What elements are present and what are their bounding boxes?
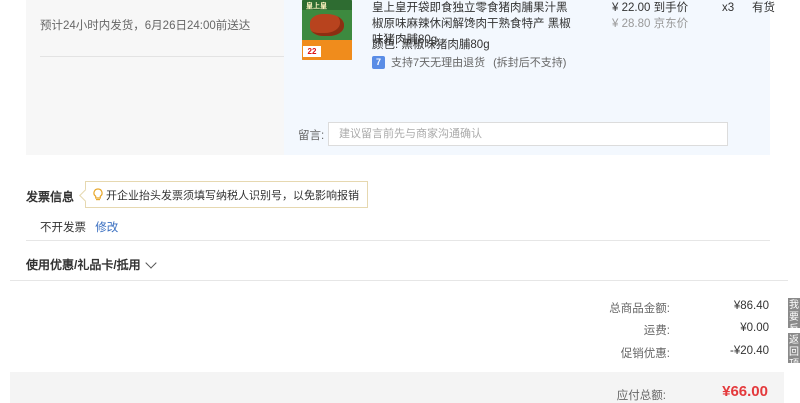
goods-panel: 皇上皇 22 皇上皇开袋即食独立零食猪肉脯果汁黑椒原味麻辣休闲解馋肉干熟食特产 … xyxy=(284,0,775,155)
delivery-estimate: 预计24小时内发货，6月26日24:00前送达 xyxy=(40,20,251,32)
return-policy: 7 支持7天无理由退货 (拆封后不支持) xyxy=(372,54,566,70)
return-policy-note: (拆封后不支持) xyxy=(493,57,567,69)
return-policy-text: 支持7天无理由退货 xyxy=(391,57,486,69)
discount-label: 促销优惠: xyxy=(620,348,670,360)
quantity: x3 xyxy=(722,2,735,14)
feedback-tab[interactable]: 我要反馈 xyxy=(788,298,800,328)
product-thumbnail[interactable]: 皇上皇 22 xyxy=(302,0,352,60)
invoice-section-title: 发票信息 xyxy=(26,190,75,204)
goods-total-label: 总商品金额: xyxy=(609,303,670,315)
discount-value: -¥20.40 xyxy=(729,345,769,357)
payable-total-bar: 应付总额: ¥66.00 xyxy=(10,372,784,403)
invoice-tip: 开企业抬头发票须填写纳税人识别号，以免影响报销 xyxy=(85,181,368,208)
payable-value: ¥66.00 xyxy=(722,383,768,400)
goods-total-value: ¥86.40 xyxy=(733,300,769,312)
freight-value: ¥0.00 xyxy=(740,322,769,334)
remark-input[interactable] xyxy=(328,122,728,146)
coupon-toggle[interactable]: 使用优惠/礼品卡/抵用 xyxy=(26,256,157,273)
back-to-top-tab[interactable]: 返回顶部 xyxy=(788,333,800,363)
stock-status: 有货 xyxy=(752,2,775,14)
order-package: 预计24小时内发货，6月26日24:00前送达 皇上皇 22 皇上皇开袋即食独立… xyxy=(26,0,775,155)
freight-label: 运费: xyxy=(643,325,670,337)
spec-value: 黑椒味猪肉脯80g xyxy=(401,39,490,51)
section-divider xyxy=(26,240,770,241)
invoice-tip-text: 开企业抬头发票须填写纳税人识别号，以免影响报销 xyxy=(106,189,359,202)
price-column: ¥ 22.00 到手价 ¥ 28.80 京东价 xyxy=(612,0,702,32)
delivery-divider xyxy=(40,56,285,57)
price-final: ¥ 22.00 到手价 xyxy=(612,2,689,14)
spec-key: 颜色: xyxy=(372,39,399,51)
thumbnail-brand-text: 皇上皇 xyxy=(306,3,327,10)
remark-label: 留言: xyxy=(298,130,325,142)
payable-label: 应付总额: xyxy=(616,390,666,402)
chevron-down-icon xyxy=(145,256,157,269)
invoice-edit-link[interactable]: 修改 xyxy=(95,222,118,234)
invoice-type: 不开发票 xyxy=(40,222,86,234)
thumbnail-price-badge: 22 xyxy=(303,46,321,57)
invoice-value: 不开发票 修改 xyxy=(40,219,118,235)
price-original: ¥ 28.80 京东价 xyxy=(612,18,689,30)
return-policy-icon: 7 xyxy=(372,55,385,69)
summary-divider xyxy=(10,280,788,281)
lightbulb-icon xyxy=(92,187,103,202)
thumbnail-jerky-image xyxy=(310,14,344,36)
product-spec: 颜色: 黑椒味猪肉脯80g xyxy=(372,36,490,52)
coupon-label: 使用优惠/礼品卡/抵用 xyxy=(26,258,141,272)
